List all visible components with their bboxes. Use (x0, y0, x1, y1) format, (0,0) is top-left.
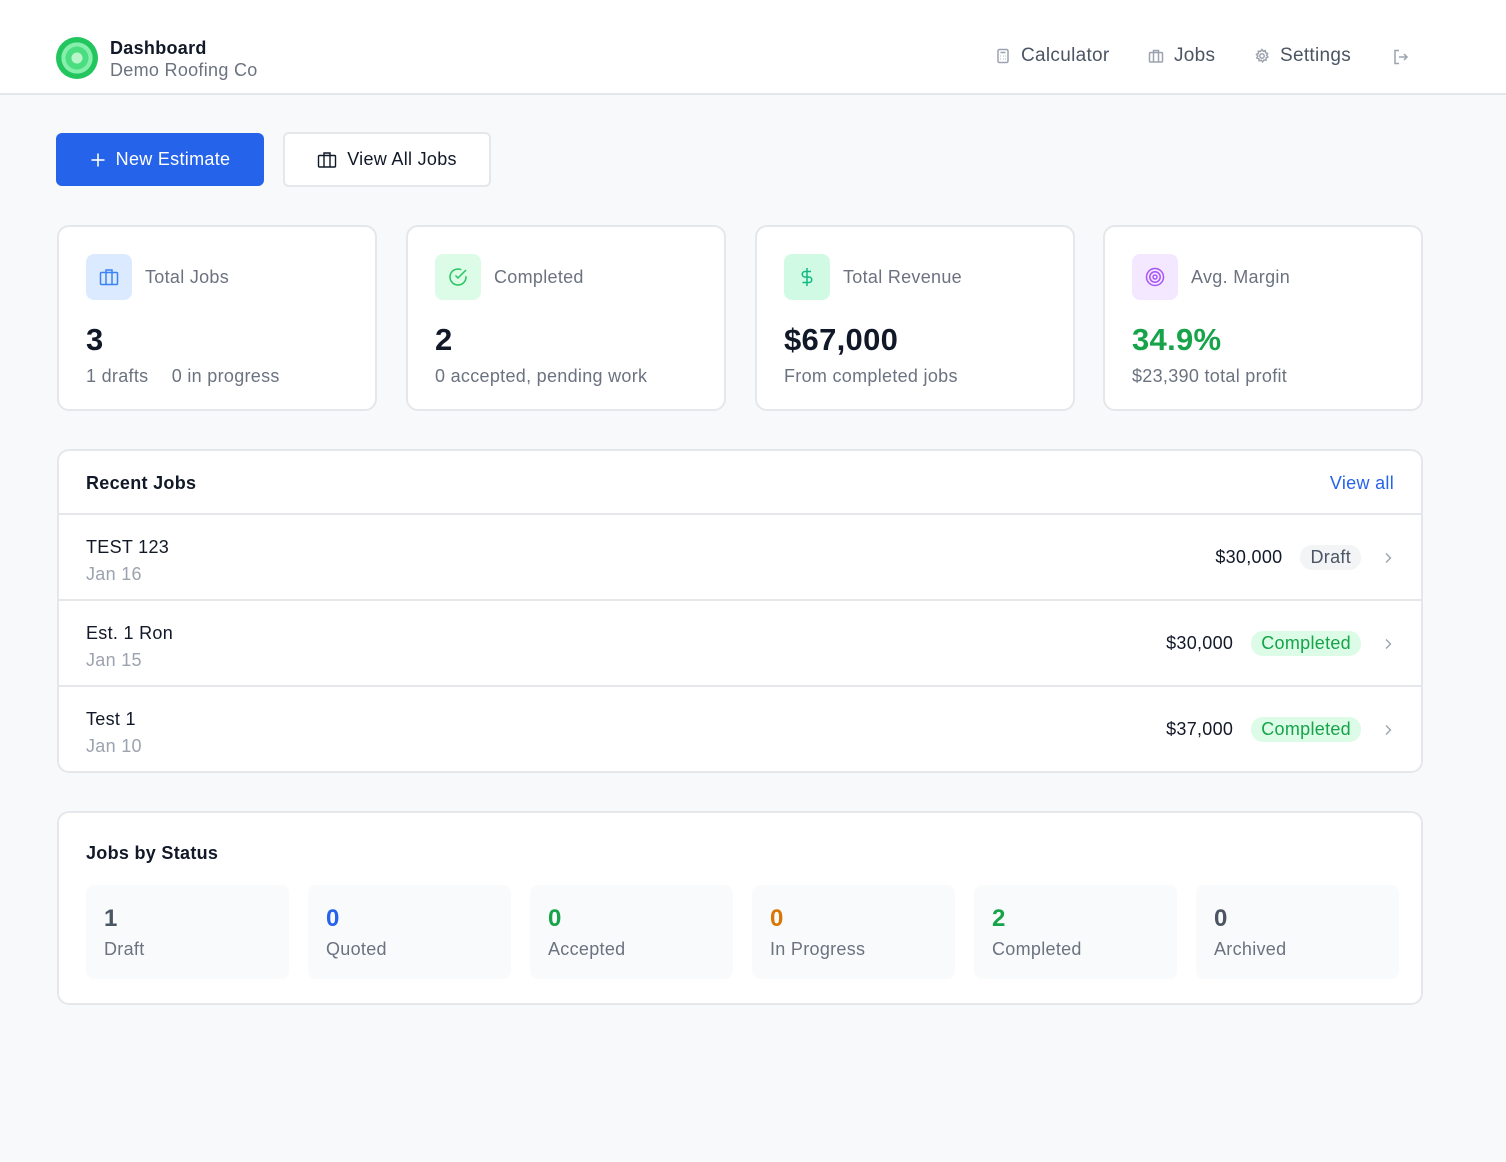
check-circle-icon (449, 268, 467, 286)
job-row[interactable]: Test 1 Jan 10 $37,000 Completed (59, 687, 1421, 771)
stat-icon-completed (435, 254, 481, 300)
stat-label: Avg. Margin (1191, 267, 1291, 287)
stat-icon-margin (1132, 254, 1178, 300)
status-badge: Draft (1300, 545, 1361, 570)
in-progress-count-text: 0 in progress (171, 366, 280, 386)
calculator-icon (997, 48, 1009, 64)
status-tile-archived: 0 Archived (1196, 885, 1399, 979)
briefcase-icon (99, 269, 119, 286)
stat-card-total-revenue: Total Revenue $67,000 From completed job… (755, 225, 1075, 411)
status-count: 2 (992, 905, 1006, 932)
status-badge: Completed (1251, 631, 1361, 656)
chevron-right-icon (1383, 552, 1393, 564)
stat-value: 34.9% (1132, 322, 1222, 357)
status-count: 0 (1214, 905, 1228, 932)
status-count: 0 (770, 905, 784, 932)
logout-icon (1394, 49, 1409, 65)
job-amount: $30,000 (1166, 633, 1234, 653)
app-logo (56, 37, 98, 79)
status-tile-accepted: 0 Accepted (530, 885, 733, 979)
jobs-by-status-panel: Jobs by Status 1 Draft 0 Quoted 0 Accept… (57, 811, 1423, 1005)
stat-card-avg-margin: Avg. Margin 34.9% $23,390 total profit (1103, 225, 1423, 411)
nav-jobs-link[interactable]: Jobs (1148, 45, 1215, 67)
job-name: TEST 123 (86, 537, 170, 557)
stat-label: Completed (494, 267, 584, 287)
status-tile-completed: 2 Completed (974, 885, 1177, 979)
recent-jobs-title: Recent Jobs (86, 473, 197, 493)
stat-label: Total Jobs (145, 267, 230, 287)
status-name: Archived (1214, 939, 1287, 959)
job-amount: $37,000 (1166, 719, 1234, 739)
stat-card-total-jobs: Total Jobs 3 1 drafts 0 in progress (57, 225, 377, 411)
stat-subtext: 0 accepted, pending work (435, 366, 648, 386)
nav-calculator-link[interactable]: Calculator (995, 45, 1110, 67)
stat-icon-total-jobs (86, 254, 132, 300)
new-estimate-label: New Estimate (115, 149, 231, 169)
status-name: Accepted (548, 939, 626, 959)
status-tile-quoted: 0 Quoted (308, 885, 511, 979)
view-all-jobs-button[interactable]: View All Jobs (283, 132, 491, 187)
nav-calculator-label: Calculator (1021, 45, 1110, 66)
job-row[interactable]: TEST 123 Jan 16 $30,000 Draft (59, 515, 1421, 601)
nav-settings-link[interactable]: Settings (1254, 45, 1351, 67)
briefcase-icon (317, 151, 337, 168)
stat-card-completed: Completed 2 0 accepted, pending work (406, 225, 726, 411)
logout-button[interactable] (1392, 48, 1410, 66)
nav-jobs-label: Jobs (1174, 45, 1216, 66)
status-name: Draft (104, 939, 145, 959)
status-tile-in-progress: 0 In Progress (752, 885, 955, 979)
status-count: 0 (326, 905, 340, 932)
status-name: Quoted (326, 939, 387, 959)
stat-subtext: $23,390 total profit (1132, 366, 1288, 386)
stat-subtext: 1 drafts 0 in progress (86, 366, 280, 387)
stat-value: 2 (435, 322, 453, 357)
status-grid: 1 Draft 0 Quoted 0 Accepted 0 In Progres… (86, 885, 1399, 979)
job-row[interactable]: Est. 1 Ron Jan 15 $30,000 Completed (59, 601, 1421, 687)
chevron-right-icon (1383, 638, 1393, 650)
status-badge: Completed (1251, 717, 1361, 742)
plus-icon (91, 153, 105, 166)
stat-subtext: From completed jobs (784, 366, 958, 386)
stat-label: Total Revenue (843, 267, 962, 287)
view-all-jobs-label: View All Jobs (347, 149, 457, 169)
job-name: Test 1 (86, 709, 136, 729)
status-name: Completed (992, 939, 1082, 959)
stat-value: 3 (86, 322, 104, 357)
job-date: Jan 15 (86, 650, 142, 670)
status-count: 1 (104, 905, 118, 932)
chevron-right-icon (1383, 724, 1393, 736)
status-name: In Progress (770, 939, 866, 959)
status-tile-draft: 1 Draft (86, 885, 289, 979)
target-icon (1145, 267, 1165, 287)
job-date: Jan 16 (86, 564, 142, 584)
gear-icon (1255, 48, 1270, 64)
drafts-count-text: 1 drafts (86, 366, 149, 386)
job-amount: $30,000 (1215, 547, 1283, 567)
new-estimate-button[interactable]: New Estimate (56, 133, 264, 186)
job-name: Est. 1 Ron (86, 623, 174, 643)
briefcase-icon (1148, 49, 1164, 63)
recent-jobs-header: Recent Jobs View all (59, 451, 1421, 515)
dollar-icon (801, 268, 813, 286)
jobs-by-status-title: Jobs by Status (86, 843, 219, 863)
recent-jobs-panel: Recent Jobs View all TEST 123 Jan 16 $30… (57, 449, 1423, 773)
job-date: Jan 10 (86, 736, 142, 756)
stat-value: $67,000 (784, 322, 899, 357)
top-navigation-bar: Dashboard Demo Roofing Co Calculator Job… (0, 0, 1506, 95)
page-title: Dashboard (110, 38, 207, 58)
company-name: Demo Roofing Co (110, 60, 258, 80)
status-count: 0 (548, 905, 562, 932)
view-all-link[interactable]: View all (1330, 473, 1394, 494)
nav-settings-label: Settings (1280, 45, 1352, 66)
stat-icon-revenue (784, 254, 830, 300)
